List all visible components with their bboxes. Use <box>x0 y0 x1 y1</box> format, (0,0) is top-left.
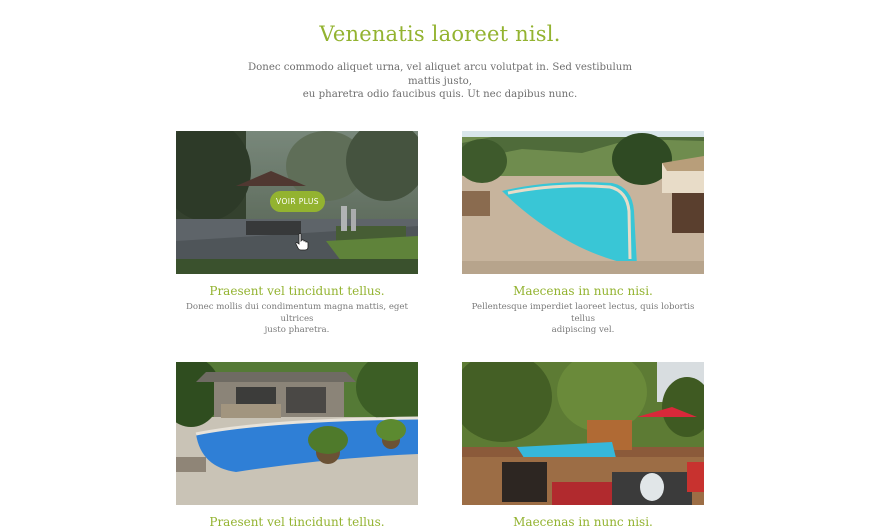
project-card[interactable]: VOIR PLUS Praesent vel tincidunt tellus.… <box>176 131 418 337</box>
card-description-line2: adipiscing vel. <box>551 325 615 335</box>
card-title[interactable]: Praesent vel tincidunt tellus. <box>176 515 418 529</box>
backyard-pool-photo[interactable] <box>176 362 418 505</box>
section-title: Venenatis laoreet nisl. <box>319 22 561 46</box>
card-description-line1: Pellentesque imperdiet laoreet lectus, q… <box>471 302 695 324</box>
section-intro-line2: eu pharetra odio faucibus quis. Ut nec d… <box>302 89 578 100</box>
card-description-line1: Donec mollis dui condimentum magna matti… <box>186 302 408 324</box>
project-card[interactable]: Praesent vel tincidunt tellus. <box>176 362 418 529</box>
hand-pointer-icon <box>295 233 309 251</box>
section-intro: Donec commodo aliquet urna, vel aliquet … <box>240 61 640 102</box>
card-title[interactable]: Maecenas in nunc nisi. <box>462 515 704 529</box>
card-title[interactable]: Praesent vel tincidunt tellus. <box>176 284 418 298</box>
page: Venenatis laoreet nisl. Donec commodo al… <box>0 0 880 529</box>
curved-pool-photo[interactable] <box>462 131 704 274</box>
card-description: Pellentesque imperdiet laoreet lectus, q… <box>467 302 699 337</box>
card-description: Donec mollis dui condimentum magna matti… <box>181 302 413 337</box>
deck-pool-photo[interactable] <box>462 362 704 505</box>
card-description-line2: justo pharetra. <box>264 325 330 335</box>
patio-garden-photo[interactable]: VOIR PLUS <box>176 131 418 274</box>
project-card[interactable]: Maecenas in nunc nisi. Pellentesque impe… <box>462 131 704 337</box>
card-title[interactable]: Maecenas in nunc nisi. <box>462 284 704 298</box>
voir-plus-button[interactable]: VOIR PLUS <box>270 191 325 212</box>
section-intro-line1: Donec commodo aliquet urna, vel aliquet … <box>247 62 633 87</box>
project-card[interactable]: Maecenas in nunc nisi. <box>462 362 704 529</box>
